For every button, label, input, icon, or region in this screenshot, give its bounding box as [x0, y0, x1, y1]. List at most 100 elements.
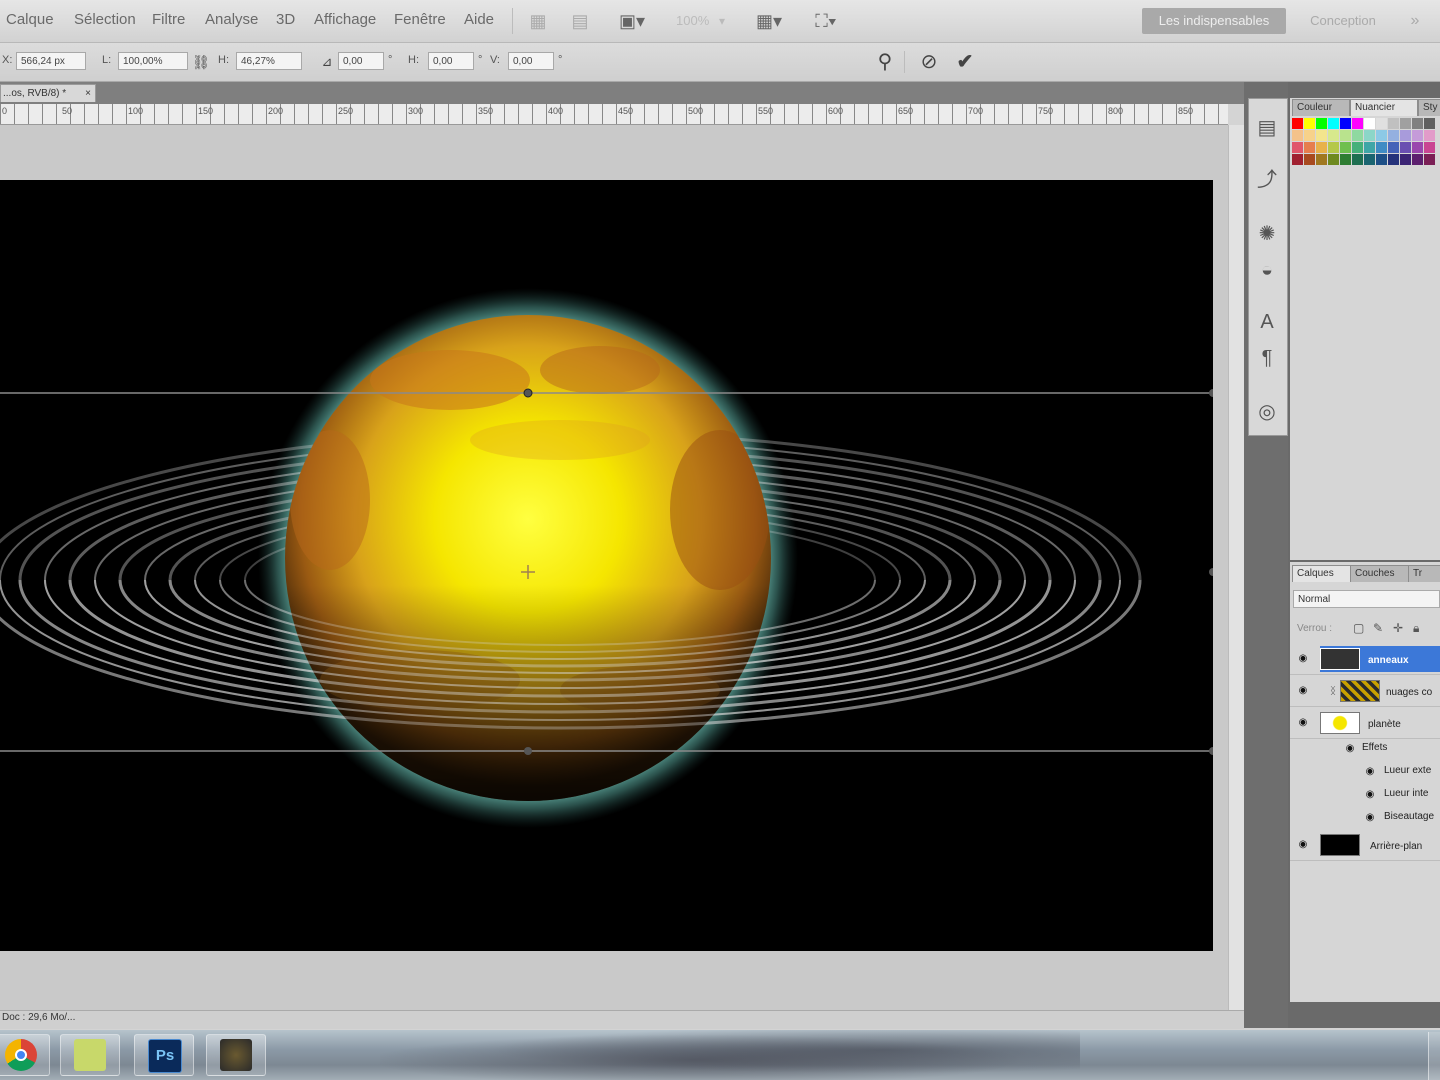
document-tab[interactable]: ...os, RVB/8) * × — [0, 84, 96, 102]
swatch[interactable] — [1328, 142, 1339, 153]
swatch[interactable] — [1364, 142, 1375, 153]
swatch[interactable] — [1328, 154, 1339, 165]
paragraph-icon[interactable]: ¶ — [1253, 344, 1281, 372]
workspace-essentials-button[interactable]: Les indispensables — [1142, 8, 1286, 34]
zoom-level[interactable]: 100% — [676, 13, 709, 28]
layer-name[interactable]: Arrière-plan — [1370, 841, 1422, 852]
zoom-dropdown-icon[interactable]: ▾ — [716, 9, 728, 33]
corner-handle[interactable] — [1209, 747, 1213, 755]
tab-styles[interactable]: Sty — [1418, 99, 1440, 116]
swatch[interactable] — [1424, 142, 1435, 153]
tab-swatches[interactable]: Nuancier — [1350, 99, 1418, 116]
vertical-scrollbar[interactable] — [1228, 125, 1245, 1010]
swatch[interactable] — [1424, 154, 1435, 165]
effect-eye-icon[interactable]: ◉ — [1364, 790, 1376, 800]
swatch[interactable] — [1364, 118, 1375, 129]
menu-fenetre[interactable]: Fenêtre — [394, 11, 446, 28]
taskbar-notes[interactable] — [60, 1034, 120, 1076]
tab-color[interactable]: Couleur — [1292, 99, 1350, 116]
screen-mode-icon[interactable]: ▣▾ — [612, 9, 652, 33]
x-position-field[interactable]: 566,24 px — [16, 52, 86, 70]
swatch[interactable] — [1316, 154, 1327, 165]
swatch[interactable] — [1292, 154, 1303, 165]
corner-handle[interactable] — [1209, 389, 1213, 397]
actions-icon[interactable]: ⤴ — [1253, 166, 1281, 194]
effect-outer-glow[interactable]: Lueur exte — [1384, 765, 1431, 776]
layer-row-planete[interactable] — [1290, 708, 1440, 739]
swatch[interactable] — [1400, 118, 1411, 129]
swatch[interactable] — [1376, 118, 1387, 129]
swatch[interactable] — [1364, 130, 1375, 141]
swatch[interactable] — [1340, 154, 1351, 165]
swatch[interactable] — [1376, 130, 1387, 141]
swatch[interactable] — [1316, 142, 1327, 153]
swatch[interactable] — [1304, 142, 1315, 153]
effect-eye-icon[interactable]: ◉ — [1364, 813, 1376, 823]
swatch[interactable] — [1328, 118, 1339, 129]
swatch[interactable] — [1292, 142, 1303, 153]
effects-eye-icon[interactable]: ◉ — [1344, 744, 1356, 754]
swatch[interactable] — [1340, 118, 1351, 129]
clone-source-icon[interactable]: ◎ — [1253, 398, 1281, 426]
rotation-angle-field[interactable]: 0,00 — [338, 52, 384, 70]
history-icon[interactable]: ▤ — [1253, 114, 1281, 142]
taskbar-photoshop[interactable]: Ps — [134, 1034, 194, 1076]
swatch[interactable] — [1376, 154, 1387, 165]
swatch[interactable] — [1304, 154, 1315, 165]
swatch[interactable] — [1340, 142, 1351, 153]
tab-paths[interactable]: Tr — [1408, 565, 1440, 582]
layer-name[interactable]: anneaux — [1368, 655, 1409, 666]
swatch[interactable] — [1412, 154, 1423, 165]
swatch[interactable] — [1304, 130, 1315, 141]
swatch[interactable] — [1424, 118, 1435, 129]
menu-affichage[interactable]: Affichage — [314, 11, 376, 28]
eye-icon[interactable]: ◉ — [1297, 718, 1309, 728]
warp-mode-icon[interactable]: ⚲ — [872, 49, 898, 75]
lock-transparency-icon[interactable]: ▢ — [1353, 621, 1364, 635]
lock-pixels-icon[interactable]: ✎ — [1373, 621, 1383, 635]
swatch[interactable] — [1400, 154, 1411, 165]
blend-mode-select[interactable]: Normal — [1293, 590, 1440, 608]
arrange-documents-icon[interactable]: ▦▾ — [748, 9, 790, 33]
menu-filtre[interactable]: Filtre — [152, 11, 185, 28]
swatch[interactable] — [1316, 118, 1327, 129]
lock-position-icon[interactable]: ✛ — [1393, 621, 1403, 635]
document-canvas[interactable] — [0, 180, 1213, 951]
show-desktop-button[interactable] — [1428, 1032, 1440, 1080]
document-size-status[interactable]: Doc : 29,6 Mo/... — [2, 1012, 75, 1023]
swatch[interactable] — [1400, 130, 1411, 141]
effect-bevel[interactable]: Biseautage — [1384, 811, 1434, 822]
tab-channels[interactable]: Couches — [1350, 565, 1412, 582]
link-icon[interactable]: ⛓ — [190, 49, 212, 75]
layer-name[interactable]: nuages co — [1386, 687, 1432, 698]
workspace-design-button[interactable]: Conception — [1296, 8, 1390, 34]
tab-layers[interactable]: Calques — [1292, 565, 1352, 582]
masks-icon[interactable]: ◒ — [1253, 256, 1281, 284]
width-scale-field[interactable]: 100,00% — [118, 52, 188, 70]
swatch[interactable] — [1364, 154, 1375, 165]
swatch[interactable] — [1412, 142, 1423, 153]
taskbar-app[interactable] — [206, 1034, 266, 1076]
lock-all-icon[interactable]: 🔒︎ — [1413, 621, 1419, 636]
swatch[interactable] — [1388, 118, 1399, 129]
swatch[interactable] — [1292, 118, 1303, 129]
view-extras-icon[interactable]: ▦ — [526, 9, 550, 33]
menu-3d[interactable]: 3D — [276, 11, 295, 28]
double-chevron-icon[interactable]: » — [1404, 9, 1426, 33]
swatch[interactable] — [1424, 130, 1435, 141]
effect-eye-icon[interactable]: ◉ — [1364, 767, 1376, 777]
effect-inner-glow[interactable]: Lueur inte — [1384, 788, 1428, 799]
close-icon[interactable]: × — [85, 85, 91, 102]
swatch[interactable] — [1316, 130, 1327, 141]
v-skew-field[interactable]: 0,00 — [508, 52, 554, 70]
swatch[interactable] — [1412, 118, 1423, 129]
height-scale-field[interactable]: 46,27% — [236, 52, 302, 70]
swatch[interactable] — [1328, 130, 1339, 141]
menu-aide[interactable]: Aide — [464, 11, 494, 28]
effects-label[interactable]: Effets — [1362, 742, 1387, 753]
swatch[interactable] — [1340, 130, 1351, 141]
bottom-handle[interactable] — [524, 747, 532, 755]
swatch[interactable] — [1376, 142, 1387, 153]
layer-name[interactable]: planète — [1368, 719, 1401, 730]
adjustments-icon[interactable]: ✺ — [1253, 220, 1281, 248]
